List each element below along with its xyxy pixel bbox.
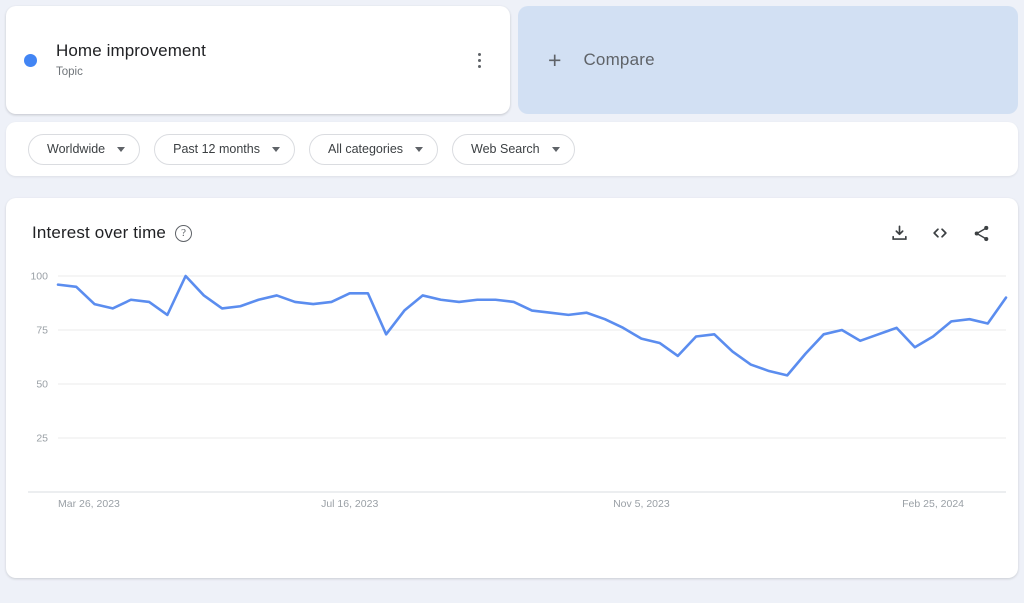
- svg-text:Feb 25, 2024: Feb 25, 2024: [902, 498, 964, 510]
- help-circle-icon[interactable]: ?: [175, 224, 193, 242]
- series-color-dot: [24, 53, 37, 67]
- search-term-card[interactable]: Home improvement Topic: [6, 6, 510, 114]
- chart-actions: [888, 222, 992, 244]
- filter-category-label: All categories: [327, 142, 404, 156]
- filter-bar: Worldwide Past 12 months All categories …: [6, 122, 1018, 176]
- filter-time-range-label: Past 12 months: [173, 142, 260, 156]
- interest-over-time-chart[interactable]: 25 50 75 100 Mar 26, 2023 Jul 16, 2023 Nov 5,…: [6, 262, 1018, 562]
- filter-search-type[interactable]: Web Search: [452, 133, 575, 165]
- filter-time-range[interactable]: Past 12 months: [154, 133, 295, 165]
- trends-top-area: Home improvement Topic + Compare Worldwi…: [0, 0, 1024, 176]
- chart-series-line: [58, 276, 1006, 375]
- embed-code-icon[interactable]: [929, 222, 951, 244]
- chart-gridlines: [28, 276, 1006, 492]
- svg-text:25: 25: [36, 433, 48, 445]
- svg-text:Jul 16, 2023: Jul 16, 2023: [321, 498, 378, 510]
- svg-text:75: 75: [36, 325, 48, 337]
- kebab-dot: [477, 64, 481, 68]
- svg-text:50: 50: [36, 379, 48, 391]
- chevron-down-icon: [551, 146, 560, 152]
- search-term-text: Home improvement Topic: [56, 40, 466, 81]
- kebab-dot: [477, 52, 481, 56]
- search-term-title: Home improvement: [56, 40, 206, 60]
- chevron-down-icon: [271, 146, 280, 152]
- svg-text:100: 100: [30, 271, 48, 283]
- chart-header: Interest over time ?: [6, 198, 1018, 244]
- chart-svg: 25 50 75 100 Mar 26, 2023 Jul 16, 2023 Nov 5,…: [6, 271, 1018, 510]
- search-terms-row: Home improvement Topic + Compare: [6, 6, 1018, 114]
- interest-over-time-card: Interest over time ? 25 50 75 100 Mar 26…: [6, 198, 1018, 578]
- filter-location-label: Worldwide: [47, 142, 106, 156]
- share-icon[interactable]: [970, 222, 992, 244]
- chevron-down-icon: [117, 146, 126, 152]
- compare-label: Compare: [583, 50, 655, 69]
- svg-text:Nov 5, 2023: Nov 5, 2023: [613, 498, 670, 510]
- plus-icon: +: [548, 46, 562, 73]
- filter-search-type-label: Web Search: [471, 142, 540, 156]
- svg-text:Mar 26, 2023: Mar 26, 2023: [58, 498, 120, 510]
- chart-x-axis-labels: Mar 26, 2023 Jul 16, 2023 Nov 5, 2023 Feb 2…: [58, 498, 964, 510]
- page-title: Interest over time: [32, 223, 167, 242]
- chart-y-axis-labels: 25 50 75 100: [30, 271, 48, 445]
- main-content: Interest over time ? 25 50 75 100 Mar 26…: [0, 198, 1024, 578]
- filter-location[interactable]: Worldwide: [28, 133, 141, 165]
- download-icon[interactable]: [888, 222, 910, 244]
- compare-card[interactable]: + Compare: [518, 6, 1018, 114]
- kebab-menu-icon[interactable]: [466, 47, 492, 73]
- filter-category[interactable]: All categories: [308, 133, 439, 165]
- chevron-down-icon: [415, 146, 424, 152]
- search-term-subtype: Topic: [56, 65, 83, 78]
- kebab-dot: [477, 58, 481, 62]
